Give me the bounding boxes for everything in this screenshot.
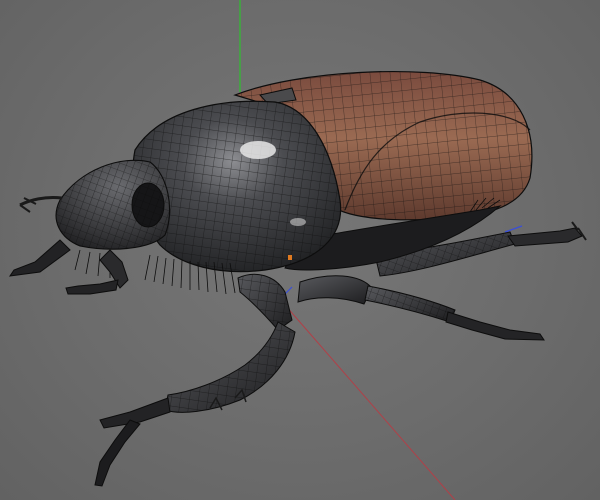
mandible (8, 239, 71, 277)
specular-highlight (240, 141, 276, 159)
head[interactable] (8, 159, 171, 277)
viewport-canvas[interactable] (0, 0, 600, 500)
3d-viewport[interactable] (0, 0, 600, 500)
joint-marker (288, 255, 292, 260)
z-axis-line (504, 225, 523, 233)
x-axis-line (284, 304, 456, 500)
specular-highlight-2 (290, 218, 306, 226)
middle-leg-right[interactable] (297, 275, 545, 341)
front-leg-left[interactable] (65, 249, 129, 295)
beetle-model[interactable] (8, 70, 587, 487)
front-leg[interactable] (94, 273, 296, 487)
